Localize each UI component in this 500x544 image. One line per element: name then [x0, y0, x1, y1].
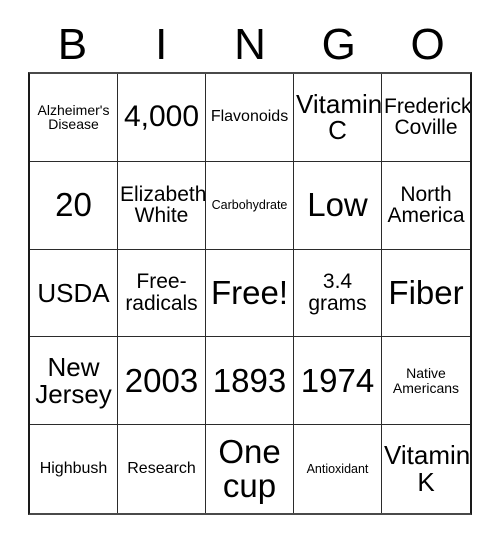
bingo-cell-label: Vitamin C — [296, 88, 382, 146]
bingo-cell[interactable]: Research — [118, 425, 206, 513]
bingo-cell-label: 2003 — [124, 361, 199, 399]
bingo-column-letter-g: G — [321, 20, 356, 69]
bingo-cell[interactable]: 1974 — [294, 337, 382, 426]
bingo-cell[interactable]: 2003 — [118, 337, 206, 426]
bingo-cell[interactable]: 3.4 grams — [294, 249, 382, 338]
bingo-cell-label: Alzheimer's Disease — [37, 101, 110, 133]
bingo-cell[interactable]: Fiber — [382, 249, 470, 338]
bingo-cell-label: 1974 — [300, 361, 375, 399]
bingo-cell[interactable]: Alzheimer's Disease — [30, 74, 118, 162]
bingo-cell[interactable]: Carbohydrate — [206, 161, 294, 250]
bingo-card: B I N G O Alzheimer's Disease 4,000 Flav… — [0, 0, 500, 544]
bingo-cell-label: 3.4 grams — [308, 270, 367, 315]
bingo-cell[interactable]: North America — [382, 161, 470, 250]
bingo-cell-label: USDA — [37, 277, 110, 308]
bingo-grid: Alzheimer's Disease 4,000 Flavonoids Vit… — [28, 72, 472, 515]
bingo-header-row: B I N G O — [28, 18, 472, 72]
bingo-column-letter-b: B — [57, 20, 88, 69]
bingo-cell-label: 1893 — [212, 361, 287, 399]
bingo-cell-label: One cup — [218, 433, 281, 505]
bingo-column-letter-i: I — [155, 20, 168, 69]
bingo-cell[interactable]: 20 — [30, 161, 118, 250]
bingo-cell[interactable]: Free-radicals — [118, 249, 206, 338]
bingo-cell[interactable]: Vitamin C — [294, 74, 382, 162]
bingo-cell[interactable]: Low — [294, 161, 382, 250]
bingo-cell-label: Antioxidant — [306, 461, 369, 476]
bingo-cell-label: North America — [387, 182, 465, 228]
bingo-cell[interactable]: 1893 — [206, 337, 294, 426]
bingo-cell-label: Free-radicals — [125, 270, 198, 315]
bingo-cell[interactable]: Antioxidant — [294, 425, 382, 513]
bingo-cell-label: Fiber — [388, 274, 464, 311]
bingo-cell-label: Carbohydrate — [211, 197, 288, 212]
bingo-cell[interactable]: One cup — [206, 425, 294, 513]
bingo-cell-label: Elizabeth White — [120, 182, 206, 228]
bingo-column-letter-n: N — [234, 20, 266, 69]
bingo-cell-label: Vitamin K — [384, 440, 470, 498]
bingo-free-space-cell[interactable]: Free! — [206, 249, 294, 338]
bingo-cell-label: 20 — [55, 186, 92, 224]
bingo-cell[interactable]: Native Americans — [382, 337, 470, 426]
bingo-cell[interactable]: Highbush — [30, 425, 118, 513]
bingo-cell-label: Frederick Coville — [384, 94, 470, 140]
bingo-column-letter-o: O — [410, 20, 445, 69]
bingo-cell-label: Low — [307, 186, 368, 224]
bingo-cell[interactable]: 4,000 — [118, 74, 206, 162]
bingo-cell[interactable]: New Jersey — [30, 337, 118, 426]
bingo-cell-label: Research — [127, 459, 196, 477]
bingo-cell[interactable]: USDA — [30, 249, 118, 338]
bingo-cell-label: 4,000 — [123, 99, 200, 133]
bingo-cell-label: Native Americans — [392, 365, 460, 396]
bingo-cell-label: Highbush — [39, 459, 108, 477]
bingo-cell[interactable]: Vitamin K — [382, 425, 470, 513]
bingo-cell-label: Flavonoids — [210, 108, 289, 126]
bingo-cell[interactable]: Elizabeth White — [118, 161, 206, 250]
bingo-cell[interactable]: Frederick Coville — [382, 74, 470, 162]
bingo-free-space-label: Free! — [210, 274, 289, 311]
bingo-cell[interactable]: Flavonoids — [206, 74, 294, 162]
bingo-cell-label: New Jersey — [35, 352, 112, 409]
